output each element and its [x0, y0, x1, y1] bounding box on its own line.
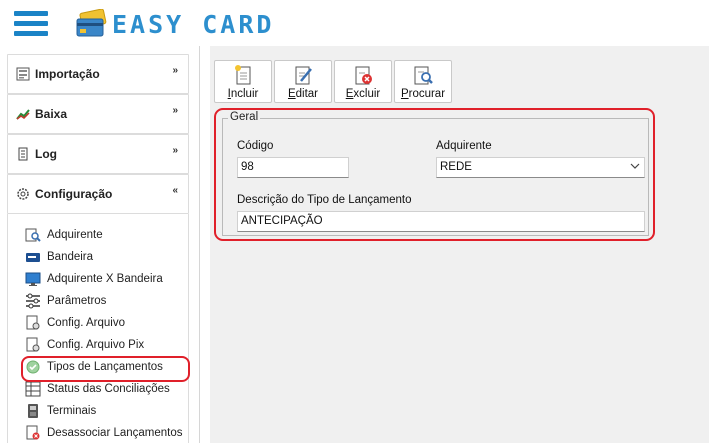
sidebar-item-adquirente-x-bandeira[interactable]: Adquirente X Bandeira: [8, 268, 188, 290]
editar-mnemonic: E: [287, 88, 296, 100]
log-icon: [16, 147, 30, 161]
sidebar-section-configuracao[interactable]: Configuração «: [7, 174, 189, 214]
import-icon: [16, 67, 30, 81]
chevron-up-icon: «: [172, 185, 178, 196]
sidebar-item-desassociar-lancamentos[interactable]: Desassociar Lançamentos: [8, 422, 188, 443]
check-circle-icon: [25, 359, 41, 375]
sidebar-item-config-arquivo[interactable]: Config. Arquivo: [8, 312, 188, 334]
card-icon: [25, 249, 41, 265]
sidebar-section-label: Importação: [35, 67, 100, 81]
file-gear-icon: [25, 315, 41, 331]
adquirente-label: Adquirente: [436, 140, 492, 152]
adquirente-selected-value: REDE: [440, 161, 472, 173]
sidebar-item-parametros[interactable]: Parâmetros: [8, 290, 188, 312]
app-title: EASY CARD: [112, 9, 275, 39]
codigo-field[interactable]: 98: [237, 157, 349, 178]
sidebar-item-tipos-de-lancamentos[interactable]: Tipos de Lançamentos: [8, 356, 190, 382]
sidebar-item-label: Tipos de Lançamentos: [47, 361, 163, 373]
incluir-button[interactable]: Incluir: [214, 60, 272, 103]
sidebar-item-label: Parâmetros: [47, 295, 107, 307]
sidebar-item-label: Desassociar Lançamentos: [47, 427, 183, 439]
sidebar-item-label: Adquirente X Bandeira: [47, 273, 163, 285]
search-doc-icon: [412, 64, 434, 86]
sidebar-item-bandeira[interactable]: Bandeira: [8, 246, 188, 268]
chevron-down-icon: »: [172, 105, 178, 116]
procurar-label: rocurar: [408, 88, 446, 100]
edit-doc-icon: [292, 64, 314, 86]
hamburger-menu-icon[interactable]: [14, 11, 48, 37]
sidebar-item-label: Config. Arquivo Pix: [47, 339, 145, 351]
descricao-field[interactable]: ANTECIPAÇÃO: [237, 211, 645, 232]
search-doc-icon: [25, 227, 41, 243]
delete-doc-icon: [352, 64, 374, 86]
sidebar-section-baixa[interactable]: Baixa »: [7, 94, 189, 134]
sidebar-item-terminais[interactable]: Terminais: [8, 400, 188, 422]
main-content: Incluir Editar Excluir Procurar Geral Có…: [210, 46, 709, 443]
config-submenu: Adquirente Bandeira Adquirente X Bandeir…: [7, 214, 190, 443]
groupbox-legend: Geral: [228, 111, 261, 123]
sidebar-item-label: Bandeira: [47, 251, 94, 263]
sidebar-item-adquirente[interactable]: Adquirente: [8, 224, 188, 246]
gear-icon: [16, 187, 30, 201]
grid-icon: [25, 381, 41, 397]
incluir-label: ncluir: [230, 88, 259, 100]
sidebar-item-label: Status das Conciliações: [47, 383, 170, 395]
sidebar: Importação » Baixa » Log » Configuração …: [0, 46, 200, 443]
excluir-label: xcluir: [353, 88, 381, 100]
sidebar-section-label: Configuração: [35, 187, 113, 201]
sidebar-item-label: Adquirente: [47, 229, 103, 241]
editar-button[interactable]: Editar: [274, 60, 332, 103]
top-bar: EASY CARD: [0, 0, 709, 46]
card-logo-icon: [76, 9, 107, 37]
descricao-label: Descrição do Tipo de Lançamento: [237, 194, 412, 206]
chevron-down-icon: »: [172, 145, 178, 156]
monitor-icon: [25, 271, 41, 287]
file-gear-icon: [25, 337, 41, 353]
geral-groupbox: Geral Código 98 Adquirente REDE Descriçã…: [222, 111, 649, 236]
file-x-icon: [25, 425, 41, 441]
chart-icon: [16, 107, 30, 121]
sliders-icon: [25, 293, 41, 309]
sidebar-item-status-das-conciliacoes[interactable]: Status das Conciliações: [8, 378, 188, 400]
app-logo: EASY CARD: [74, 9, 274, 39]
terminal-icon: [25, 403, 41, 419]
procurar-button[interactable]: Procurar: [394, 60, 452, 103]
codigo-label: Código: [237, 140, 274, 152]
procurar-mnemonic: P: [400, 88, 409, 100]
highlight-annotation: Geral Código 98 Adquirente REDE Descriçã…: [214, 108, 655, 241]
excluir-button[interactable]: Excluir: [334, 60, 392, 103]
sidebar-section-label: Baixa: [35, 107, 68, 121]
editar-label: ditar: [295, 88, 319, 100]
sidebar-item-label: Terminais: [47, 405, 97, 417]
adquirente-select[interactable]: REDE: [436, 157, 645, 178]
sidebar-section-log[interactable]: Log »: [7, 134, 189, 174]
sidebar-item-config-arquivo-pix[interactable]: Config. Arquivo Pix: [8, 334, 188, 356]
sidebar-section-label: Log: [35, 147, 57, 161]
chevron-down-icon: »: [172, 65, 178, 76]
toolbar: Incluir Editar Excluir Procurar: [214, 60, 452, 104]
new-doc-icon: [232, 64, 254, 86]
sidebar-item-label: Config. Arquivo: [47, 317, 125, 329]
sidebar-section-importacao[interactable]: Importação »: [7, 54, 189, 94]
chevron-down-icon: [630, 161, 640, 174]
